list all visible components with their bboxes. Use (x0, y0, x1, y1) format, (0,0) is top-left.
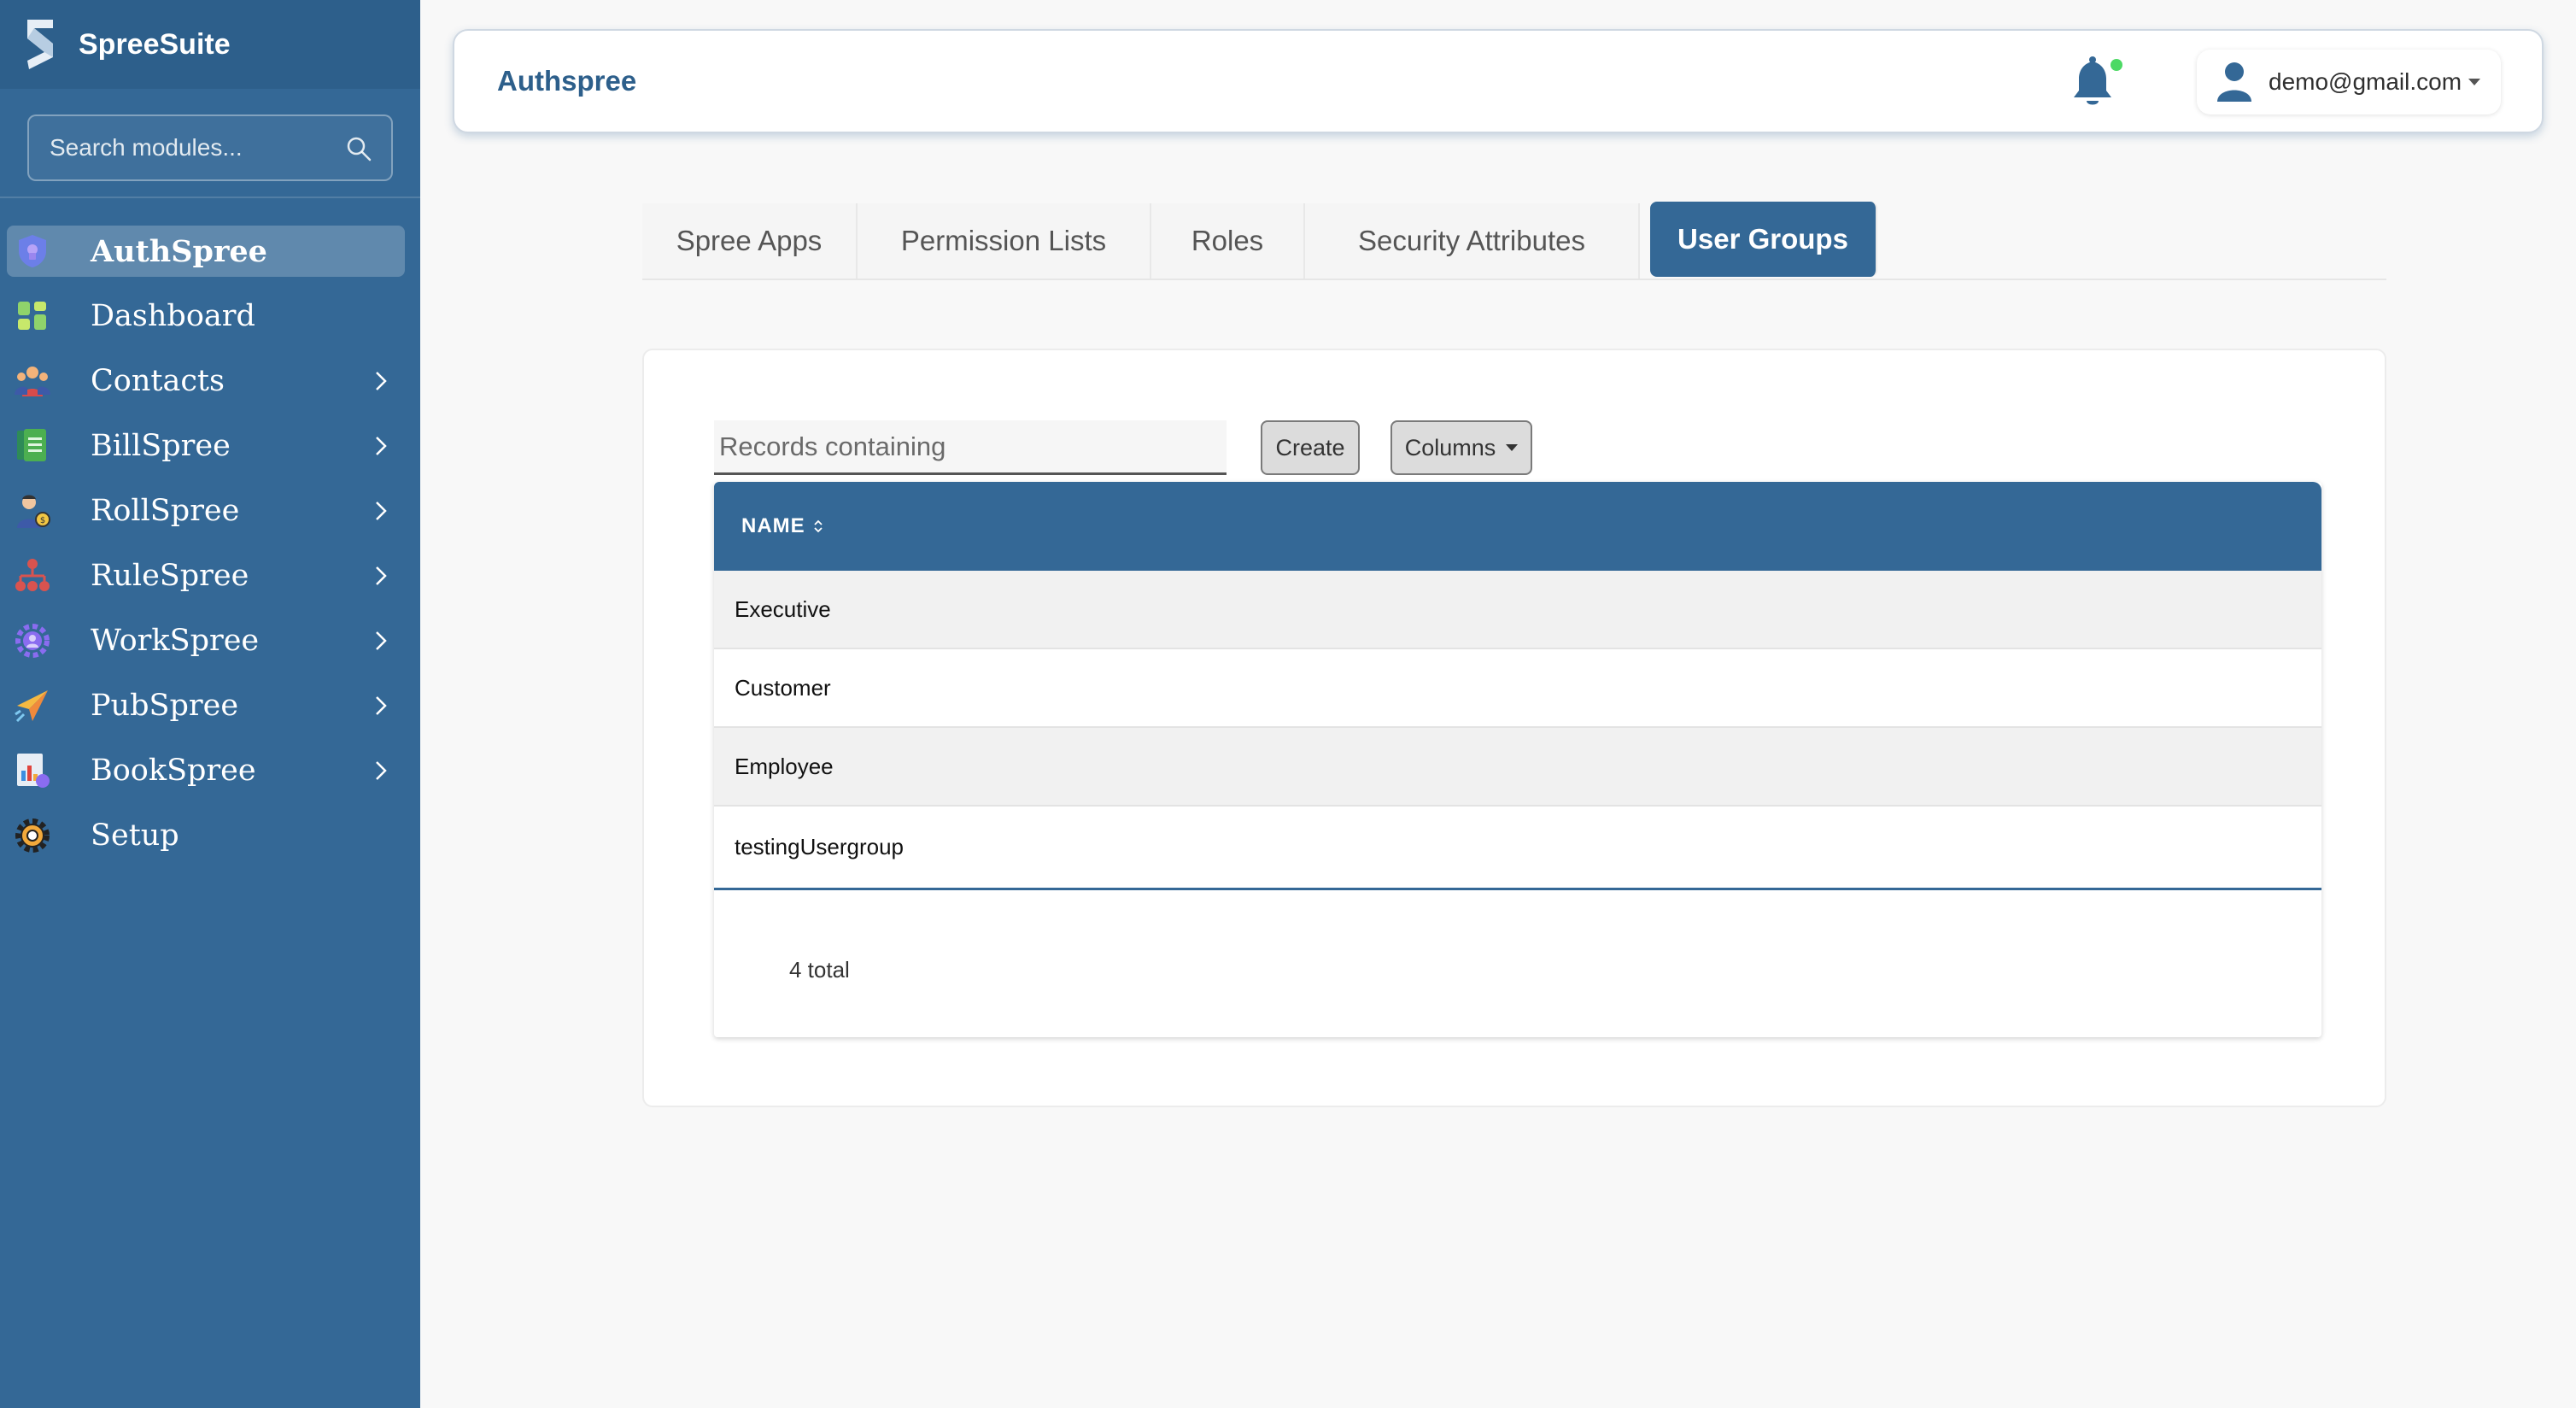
table-body: Executive Customer Employee testingUserg… (714, 571, 2321, 890)
shield-lock-icon (14, 232, 51, 270)
columns-label: Columns (1404, 434, 1496, 461)
bill-document-icon (14, 427, 51, 465)
sidebar-item-label: Contacts (91, 364, 225, 398)
sidebar-item-label: AuthSpree (91, 233, 267, 269)
chevron-right-icon[interactable] (372, 499, 389, 523)
sidebar: SpreeSuite AuthSpree Dashboard (0, 0, 420, 1408)
paper-plane-icon (14, 687, 51, 725)
chevron-right-icon[interactable] (372, 629, 389, 653)
workflow-gear-icon (14, 622, 51, 660)
page-title: Authspree (497, 65, 637, 97)
user-email: demo@gmail.com (2269, 68, 2462, 95)
column-header-name[interactable]: NAME (741, 514, 805, 538)
sidebar-item-label: RuleSpree (91, 559, 249, 593)
tab-permission-lists[interactable]: Permission Lists (858, 203, 1151, 279)
tab-user-groups[interactable]: User Groups (1650, 202, 1877, 277)
sidebar-item-label: Setup (91, 818, 179, 853)
sidebar-item-contacts[interactable]: Contacts (7, 355, 405, 407)
table-row[interactable]: Customer (714, 649, 2321, 728)
user-menu[interactable]: demo@gmail.com (2197, 50, 2501, 114)
sidebar-item-rulespree[interactable]: RuleSpree (7, 550, 405, 601)
people-icon (14, 362, 51, 400)
sidebar-item-label: BillSpree (91, 429, 231, 463)
records-total: 4 total (789, 957, 850, 983)
caret-down-icon (2468, 79, 2481, 85)
tab-roles[interactable]: Roles (1151, 203, 1305, 279)
records-filter-input[interactable] (714, 420, 1227, 475)
columns-dropdown-button[interactable]: Columns (1390, 420, 1532, 475)
ledger-chart-icon (14, 752, 51, 789)
caret-down-icon (1506, 444, 1519, 451)
brand-name: SpreeSuite (79, 27, 231, 61)
worker-icon: $ (14, 492, 51, 530)
top-header: Authspree demo@gmail.com (453, 29, 2544, 133)
sidebar-item-label: PubSpree (91, 689, 239, 723)
module-search-input[interactable] (50, 134, 331, 161)
chevron-right-icon[interactable] (372, 564, 389, 588)
sidebar-item-rollspree[interactable]: $ RollSpree (7, 485, 405, 537)
spreesuite-logo-icon (27, 20, 53, 69)
sidebar-item-label: BookSpree (91, 754, 256, 788)
sidebar-item-setup[interactable]: Setup (7, 810, 405, 861)
brand[interactable]: SpreeSuite (0, 0, 420, 89)
tab-spree-apps[interactable]: Spree Apps (642, 203, 858, 279)
gear-icon (14, 817, 51, 854)
sidebar-item-label: Dashboard (91, 299, 255, 333)
dashboard-grid-icon (14, 297, 51, 335)
chevron-right-icon[interactable] (372, 694, 389, 718)
user-groups-card: Create Columns NAME Executive Customer E… (642, 349, 2386, 1107)
svg-text:$: $ (40, 516, 45, 525)
table-row[interactable]: Executive (714, 571, 2321, 649)
sidebar-item-workspree[interactable]: WorkSpree (7, 615, 405, 666)
create-button[interactable]: Create (1261, 420, 1360, 475)
sidebar-item-pubspree[interactable]: PubSpree (7, 680, 405, 731)
sidebar-item-label: RollSpree (91, 494, 240, 528)
module-search (0, 89, 420, 198)
sidebar-item-dashboard[interactable]: Dashboard (7, 290, 405, 342)
sidebar-item-bookspree[interactable]: BookSpree (7, 745, 405, 796)
sidebar-item-authspree[interactable]: AuthSpree (7, 226, 405, 277)
tab-bar: Spree Apps Permission Lists Roles Securi… (642, 202, 2386, 280)
tab-security-attributes[interactable]: Security Attributes (1305, 203, 1640, 279)
module-search-box[interactable] (27, 114, 393, 181)
chevron-right-icon[interactable] (372, 369, 389, 393)
sidebar-nav: AuthSpree Dashboard Contacts BillSpree $ (0, 198, 420, 861)
chevron-right-icon[interactable] (372, 759, 389, 783)
table-row[interactable]: Employee (714, 728, 2321, 807)
sort-icon[interactable] (812, 518, 824, 535)
table-row[interactable]: testingUsergroup (714, 807, 2321, 890)
hierarchy-icon (14, 557, 51, 595)
search-icon[interactable] (345, 135, 372, 162)
user-groups-table: NAME Executive Customer Employee testing… (714, 482, 2321, 1037)
user-icon (2217, 62, 2251, 102)
chevron-right-icon[interactable] (372, 434, 389, 458)
sidebar-item-billspree[interactable]: BillSpree (7, 420, 405, 472)
sidebar-item-label: WorkSpree (91, 624, 260, 658)
bell-icon[interactable] (2067, 53, 2127, 113)
table-header: NAME (714, 482, 2321, 571)
